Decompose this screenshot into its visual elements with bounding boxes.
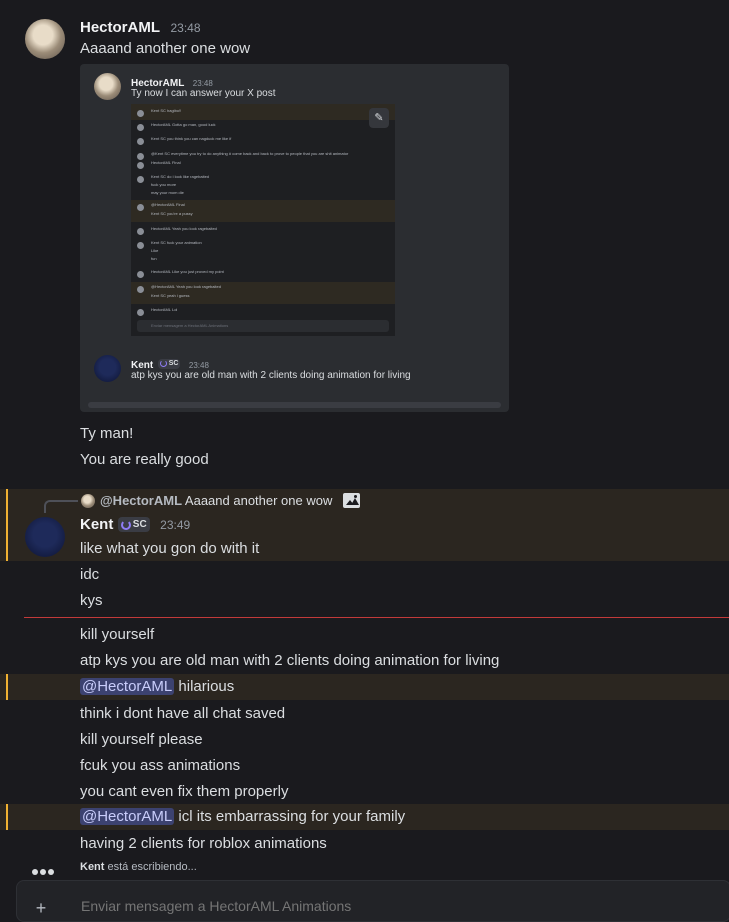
message-author[interactable]: HectorAML xyxy=(80,19,160,36)
mini-line: Kent SC yeah i guess xyxy=(151,293,190,298)
mini-line: @HectorAML Yeah you look ragebaited xyxy=(151,284,221,289)
mini-line: HectorAML Yeah you look ragebaited xyxy=(151,226,217,231)
mini-line: HectorAML Lol xyxy=(151,307,178,312)
edit-icon: ✎ xyxy=(369,108,389,128)
clan-badge: SC xyxy=(157,358,181,369)
message-text: hilarious xyxy=(174,678,235,695)
inner-reply-text: atp kys you are old man with 2 clients d… xyxy=(131,370,411,381)
mention-bar xyxy=(6,674,8,700)
inner-text: Ty now I can answer your X post xyxy=(131,88,276,99)
mention-bar xyxy=(6,489,8,561)
message-text: icl its embarrassing for your family xyxy=(174,808,406,825)
mini-line: fun xyxy=(151,256,157,261)
message-text: Aaaand another one wow xyxy=(80,40,251,57)
mini-line: may your mom die xyxy=(151,190,184,195)
reply-preview[interactable]: Aaaand another one wow xyxy=(185,493,332,508)
mini-line: Kent SC you're a pussy xyxy=(151,211,193,216)
mini-line: Like xyxy=(151,248,159,253)
new-messages-divider xyxy=(24,617,729,618)
message-text: kill yourself xyxy=(80,626,155,643)
mini-line: HectorAML Like you just proved my point xyxy=(151,269,224,274)
mini-line: Kent SC do i look like ragebaited xyxy=(151,174,210,179)
message-text: fcuk you ass animations xyxy=(80,757,241,774)
typing-dots-icon xyxy=(32,862,54,880)
user-mention[interactable]: @HectorAML xyxy=(80,678,175,695)
mention-bar xyxy=(6,804,8,830)
reply-connector xyxy=(44,500,78,513)
mini-line: fuck you more xyxy=(151,182,177,187)
clan-icon xyxy=(159,360,167,368)
clan-icon xyxy=(120,519,131,530)
message-text: You are really good xyxy=(80,451,209,468)
message-text: kill yourself please xyxy=(80,731,203,748)
message-text: having 2 clients for roblox animations xyxy=(80,835,327,852)
reply-author[interactable]: @HectorAML xyxy=(100,493,182,508)
message-text: like what you gon do with it xyxy=(80,540,260,557)
message-text: atp kys you are old man with 2 clients d… xyxy=(80,652,500,669)
reply-avatar xyxy=(81,494,95,508)
inner-avatar-hectoraml xyxy=(94,73,121,100)
add-attachment-icon[interactable]: + xyxy=(32,899,50,917)
mini-line: Kent SC hagibo!! xyxy=(151,108,182,113)
mini-line: @HectorAML Final xyxy=(151,202,185,207)
message-composer[interactable]: + xyxy=(16,880,729,922)
message-text: Ty man! xyxy=(80,425,134,442)
message-author[interactable]: Kent xyxy=(80,516,113,533)
message-text: kys xyxy=(80,592,103,609)
message-input[interactable] xyxy=(79,895,683,917)
inner-reply-timestamp: 23:48 xyxy=(188,361,209,370)
message-text: you cant even fix them properly xyxy=(80,783,289,800)
mini-line: @Kent SC everytime you try to do anythin… xyxy=(151,151,349,156)
image-icon xyxy=(343,493,360,508)
message-text: idc xyxy=(80,566,100,583)
inner-avatar-kent xyxy=(94,355,121,382)
message-text: think i dont have all chat saved xyxy=(80,705,286,722)
mini-line: Kent SC fuck your animation xyxy=(151,240,202,245)
typing-indicator: Kent está escribiendo... xyxy=(80,861,197,873)
nested-composer: Enviar mensagem a HectorAML Animations xyxy=(137,320,389,332)
scrollbar[interactable] xyxy=(88,402,501,408)
mini-line: Kent SC you think you can nagduck me lik… xyxy=(151,136,232,141)
message-timestamp: 23:48 xyxy=(170,21,201,35)
mini-line: HectorAML Final xyxy=(151,160,181,165)
avatar-hectoraml[interactable] xyxy=(25,19,65,59)
image-attachment[interactable]: HectorAML 23:48 Ty now I can answer your… xyxy=(80,64,509,412)
clan-badge[interactable]: SC xyxy=(117,517,150,533)
mini-line: HectorAML Gotta go man, good luck xyxy=(151,122,216,127)
inner-timestamp: 23:48 xyxy=(192,79,213,88)
user-mention[interactable]: @HectorAML xyxy=(80,808,175,825)
message-timestamp: 23:49 xyxy=(160,518,191,532)
avatar-kent[interactable] xyxy=(25,517,65,557)
